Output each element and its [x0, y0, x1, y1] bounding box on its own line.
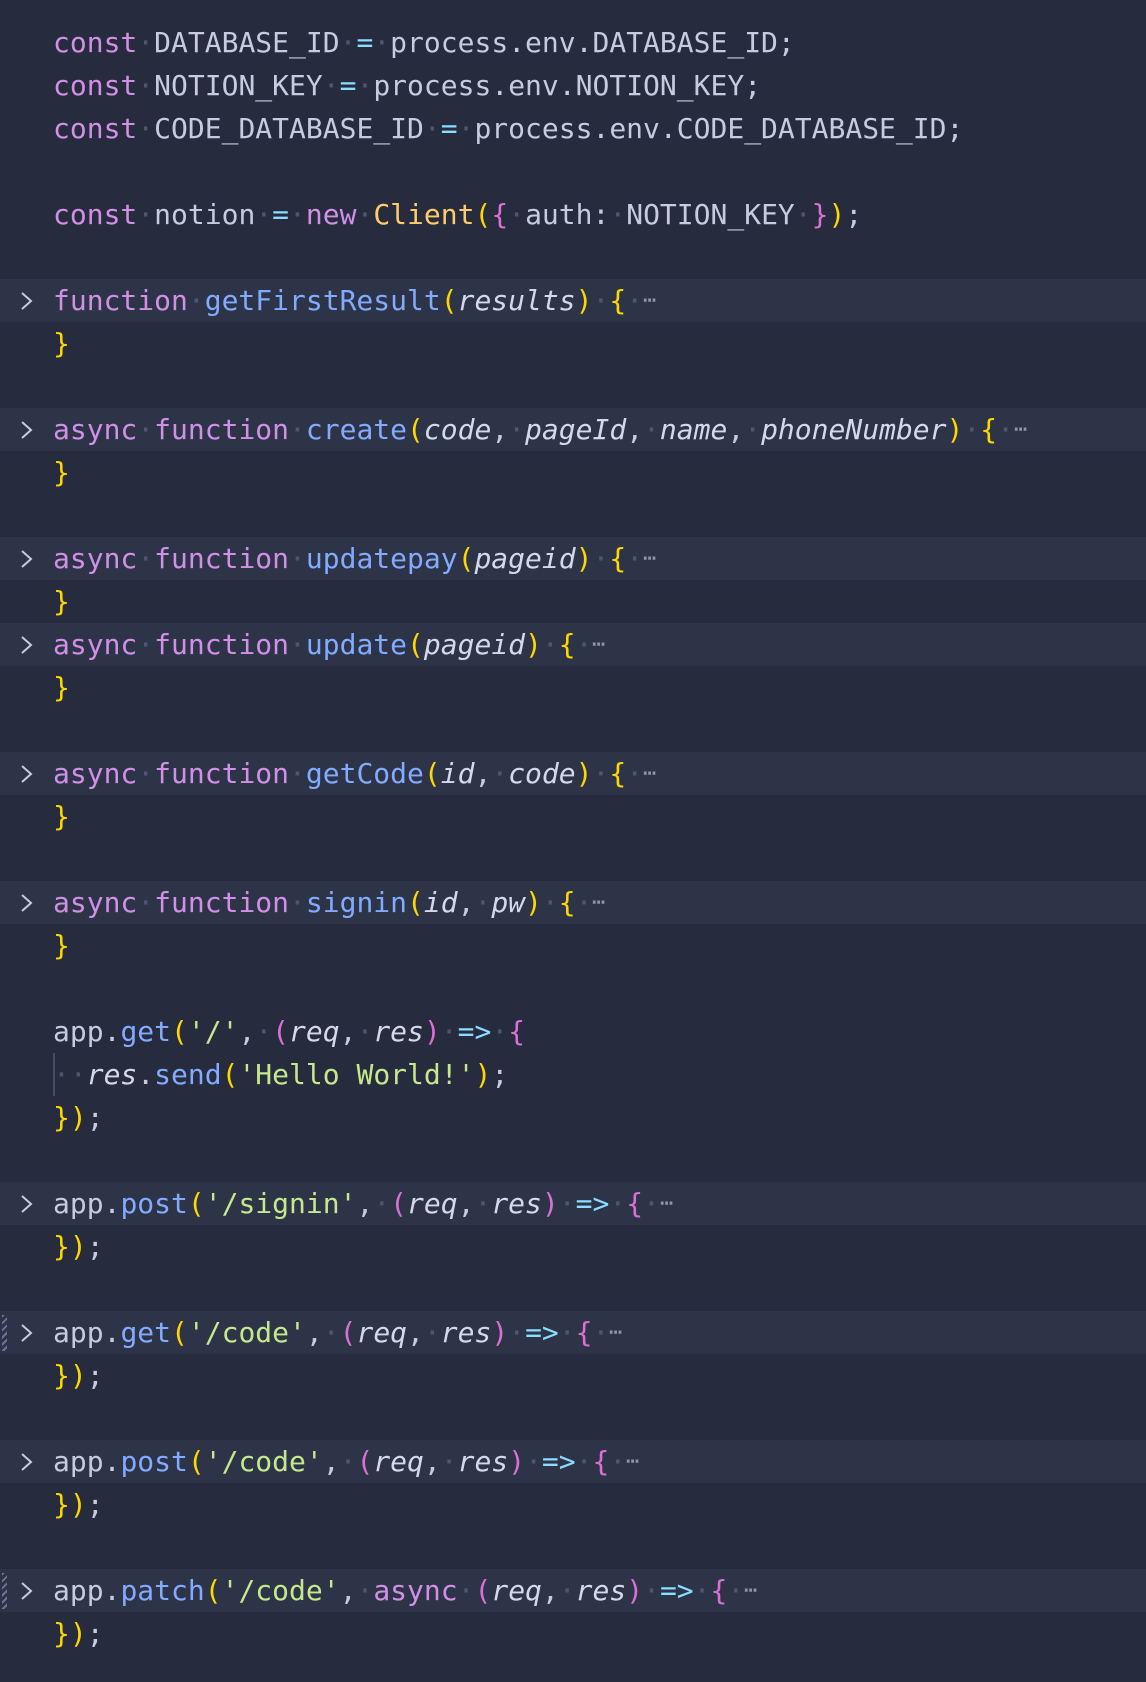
line-text: }	[53, 929, 70, 962]
code-line-folded[interactable]: app.patch('/code',·async·(req,·res)·=>·{…	[0, 1569, 1146, 1612]
chevron-right-icon[interactable]	[18, 279, 38, 322]
code-line-folded[interactable]: async·function·getCode(id,·code)·{· ⋯	[0, 752, 1146, 795]
code-line[interactable]: }	[0, 795, 1146, 838]
line-text: app.get('/',·(req,·res)·=>·{	[53, 1015, 526, 1048]
code-line-folded[interactable]: app.get('/code',·(req,·res)·=>·{· ⋯	[0, 1311, 1146, 1354]
chevron-right-icon[interactable]	[18, 752, 38, 795]
chevron-right-icon[interactable]	[18, 1569, 38, 1612]
line-text: });	[53, 1617, 104, 1650]
line-text: async·function·create(code,·pageId,·name…	[53, 413, 1014, 446]
code-line[interactable]: const·CODE_DATABASE_ID·=·process.env.COD…	[0, 107, 1146, 150]
line-text: async·function·updatepay(pageid)·{·	[53, 542, 644, 575]
code-line-folded[interactable]: app.post('/signin',·(req,·res)·=>·{· ⋯	[0, 1182, 1146, 1225]
code-line-folded[interactable]: async·function·update(pageid)·{· ⋯	[0, 623, 1146, 666]
ellipsis-icon[interactable]: ⋯	[643, 537, 656, 580]
ellipsis-icon[interactable]: ⋯	[592, 623, 605, 666]
line-text: const·CODE_DATABASE_ID·=·process.env.COD…	[53, 112, 964, 145]
line-text: }	[53, 671, 70, 704]
code-line-folded[interactable]: function·getFirstResult(results)·{· ⋯	[0, 279, 1146, 322]
line-text: app.get('/code',·(req,·res)·=>·{·	[53, 1316, 610, 1349]
code-line[interactable]: });	[0, 1354, 1146, 1397]
line-text: function·getFirstResult(results)·{·	[53, 284, 644, 317]
chevron-right-icon[interactable]	[18, 408, 38, 451]
ellipsis-icon[interactable]: ⋯	[660, 1182, 673, 1225]
line-text: }	[53, 456, 70, 489]
code-line[interactable]: }	[0, 580, 1146, 623]
ellipsis-icon[interactable]: ⋯	[744, 1569, 757, 1612]
ellipsis-icon[interactable]: ⋯	[609, 1311, 622, 1354]
ellipsis-icon[interactable]: ⋯	[643, 752, 656, 795]
line-text: app.post('/signin',·(req,·res)·=>·{·	[53, 1187, 660, 1220]
line-text: }	[53, 800, 70, 833]
line-text: }	[53, 327, 70, 360]
chevron-right-icon[interactable]	[18, 623, 38, 666]
modified-gutter-marker[interactable]	[2, 1573, 7, 1609]
code-line-folded[interactable]: app.post('/code',·(req,·res)·=>·{· ⋯	[0, 1440, 1146, 1483]
line-text: const·NOTION_KEY·=·process.env.NOTION_KE…	[53, 69, 762, 102]
code-line[interactable]: });	[0, 1612, 1146, 1655]
code-line[interactable]: const·notion·=·new·Client({·auth:·NOTION…	[0, 193, 1146, 236]
chevron-right-icon[interactable]	[18, 881, 38, 924]
line-text: });	[53, 1230, 104, 1263]
line-text: app.patch('/code',·async·(req,·res)·=>·{…	[53, 1574, 745, 1607]
code-line[interactable]: });	[0, 1096, 1146, 1139]
line-text: ··res.send('Hello World!');	[53, 1058, 509, 1091]
ellipsis-icon[interactable]: ⋯	[592, 881, 605, 924]
line-text: async·function·getCode(id,·code)·{·	[53, 757, 644, 790]
line-text: });	[53, 1359, 104, 1392]
modified-gutter-marker[interactable]	[2, 1315, 7, 1351]
code-editor[interactable]: const·DATABASE_ID·=·process.env.DATABASE…	[0, 0, 1146, 1682]
code-line-folded[interactable]: async·function·signin(id,·pw)·{· ⋯	[0, 881, 1146, 924]
line-text: app.post('/code',·(req,·res)·=>·{·	[53, 1445, 627, 1478]
code-line-folded[interactable]: async·function·updatepay(pageid)·{· ⋯	[0, 537, 1146, 580]
code-line[interactable]: }	[0, 666, 1146, 709]
chevron-right-icon[interactable]	[18, 537, 38, 580]
ellipsis-icon[interactable]: ⋯	[626, 1440, 639, 1483]
code-line[interactable]: const·NOTION_KEY·=·process.env.NOTION_KE…	[0, 64, 1146, 107]
code-line[interactable]: });	[0, 1483, 1146, 1526]
ellipsis-icon[interactable]: ⋯	[643, 279, 656, 322]
line-text: });	[53, 1488, 104, 1521]
code-line[interactable]: ··res.send('Hello World!');	[0, 1053, 1146, 1096]
line-text: }	[53, 585, 70, 618]
code-line[interactable]: const·DATABASE_ID·=·process.env.DATABASE…	[0, 21, 1146, 64]
code-line[interactable]: }	[0, 924, 1146, 967]
chevron-right-icon[interactable]	[18, 1182, 38, 1225]
code-line[interactable]: app.get('/',·(req,·res)·=>·{	[0, 1010, 1146, 1053]
code-line[interactable]: }	[0, 322, 1146, 365]
line-text: const·notion·=·new·Client({·auth:·NOTION…	[53, 198, 863, 231]
line-text: });	[53, 1101, 104, 1134]
line-text: async·function·update(pageid)·{·	[53, 628, 593, 661]
line-text: const·DATABASE_ID·=·process.env.DATABASE…	[53, 26, 795, 59]
chevron-right-icon[interactable]	[18, 1311, 38, 1354]
code-line[interactable]: });	[0, 1225, 1146, 1268]
ellipsis-icon[interactable]: ⋯	[1014, 408, 1027, 451]
code-line[interactable]: }	[0, 451, 1146, 494]
code-line-folded[interactable]: async·function·create(code,·pageId,·name…	[0, 408, 1146, 451]
chevron-right-icon[interactable]	[18, 1440, 38, 1483]
line-text: async·function·signin(id,·pw)·{·	[53, 886, 593, 919]
